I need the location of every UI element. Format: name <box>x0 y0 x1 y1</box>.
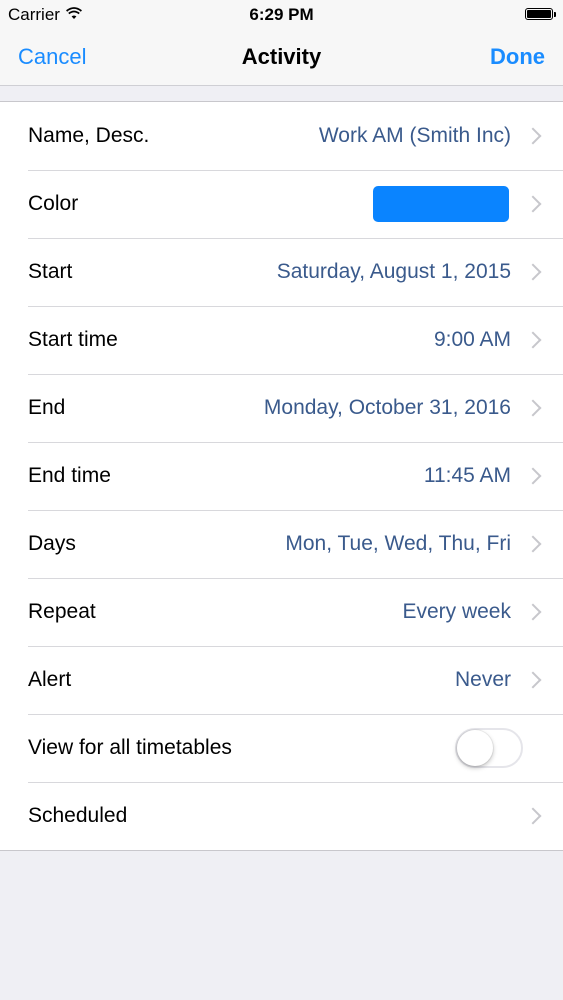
nav-bar: Cancel Activity Done <box>0 30 563 86</box>
row-value: Every week <box>402 600 511 623</box>
row-value: 9:00 AM <box>433 328 511 351</box>
row-label: Color <box>28 192 79 215</box>
row-label: View for all timetables <box>28 736 232 759</box>
battery-icon <box>525 8 556 20</box>
toggle-knob <box>457 730 493 766</box>
row-label: End <box>28 396 66 419</box>
row-label: Days <box>28 532 76 555</box>
row-label: Start <box>28 260 73 283</box>
row-start[interactable]: Start Saturday, August 1, 2015 <box>0 238 563 306</box>
row-label: Repeat <box>28 600 96 623</box>
status-time: 6:29 PM <box>249 5 314 24</box>
row-start-time[interactable]: Start time 9:00 AM <box>0 306 563 374</box>
chevron-right-icon <box>524 603 542 621</box>
row-value: 11:45 AM <box>423 464 511 487</box>
row-end[interactable]: End Monday, October 31, 2016 <box>0 374 563 442</box>
row-repeat[interactable]: Repeat Every week <box>0 578 563 646</box>
row-view-all-timetables: View for all timetables <box>0 714 563 782</box>
row-end-time[interactable]: End time 11:45 AM <box>0 442 563 510</box>
view-all-timetables-toggle[interactable] <box>455 728 523 768</box>
row-color[interactable]: Color <box>0 170 563 238</box>
row-days[interactable]: Days Mon, Tue, Wed, Thu, Fri <box>0 510 563 578</box>
row-label: Scheduled <box>28 804 128 827</box>
activity-form: Name, Desc. Work AM (Smith Inc) Color St… <box>0 101 563 851</box>
row-value: Never <box>454 668 511 691</box>
chevron-right-icon <box>524 399 542 417</box>
row-label: End time <box>28 464 111 487</box>
chevron-right-icon <box>524 331 542 349</box>
chevron-right-icon <box>524 807 542 825</box>
color-swatch[interactable] <box>373 186 509 222</box>
chevron-right-icon <box>524 263 542 281</box>
row-value: Saturday, August 1, 2015 <box>276 260 511 283</box>
row-label: Name, Desc. <box>28 124 150 147</box>
row-name-desc[interactable]: Name, Desc. Work AM (Smith Inc) <box>0 102 563 170</box>
row-value: Monday, October 31, 2016 <box>263 396 511 419</box>
row-label: Alert <box>28 668 72 691</box>
page-title: Activity <box>241 44 322 69</box>
chevron-right-icon <box>524 195 542 213</box>
status-bar: Carrier 6:29 PM <box>0 0 563 30</box>
chevron-right-icon <box>524 467 542 485</box>
chevron-right-icon <box>524 535 542 553</box>
row-value: Mon, Tue, Wed, Thu, Fri <box>285 532 511 555</box>
row-scheduled[interactable]: Scheduled <box>0 782 563 850</box>
row-alert[interactable]: Alert Never <box>0 646 563 714</box>
row-value: Work AM (Smith Inc) <box>318 124 511 147</box>
row-label: Start time <box>28 328 118 351</box>
chevron-right-icon <box>524 671 542 689</box>
done-button[interactable]: Done <box>490 44 545 70</box>
chevron-right-icon <box>524 127 542 145</box>
